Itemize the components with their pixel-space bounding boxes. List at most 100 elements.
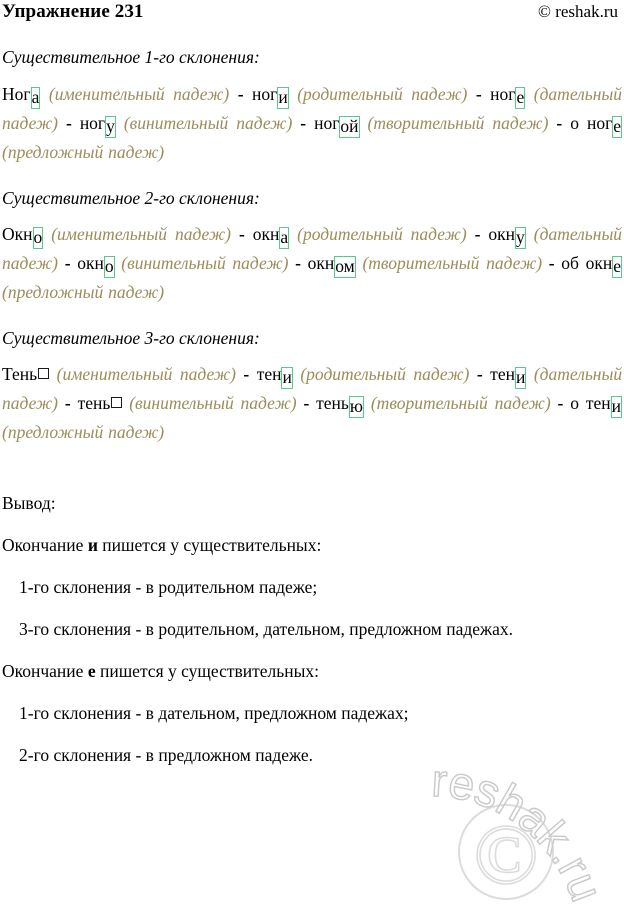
separator-dash: -: [66, 113, 72, 133]
word-stem: тен: [490, 364, 515, 384]
separator-dash: -: [300, 113, 307, 133]
noun-form: ноги: [252, 84, 289, 109]
case-label: (творительный падеж): [370, 393, 551, 413]
word-stem: ног: [79, 113, 106, 133]
page-title: Упражнение 231: [2, 1, 144, 22]
noun-form: окну: [488, 224, 526, 249]
noun-form: ногу: [79, 113, 116, 138]
noun-form: Тень: [2, 364, 50, 384]
noun-form: ногой: [314, 113, 360, 138]
separator-dash: -: [556, 113, 563, 133]
case-label: (родительный падеж): [300, 364, 470, 384]
document-page: Упражнение 231 © reshak.ru Существительн…: [0, 0, 624, 909]
case-label: (предложный падеж): [2, 282, 165, 302]
case-label: (творительный падеж): [362, 253, 543, 273]
ending-box: и: [281, 367, 293, 389]
separator-dash: -: [295, 253, 301, 273]
rule-text-before: Окончание: [2, 661, 88, 681]
noun-form: тени: [490, 364, 527, 389]
watermark-copyright-symbol: ©: [473, 806, 538, 902]
separator-dash: -: [557, 393, 564, 413]
rule-item: 1-го склонения - в дательном, предложном…: [19, 703, 409, 723]
noun-form: об окне: [561, 253, 623, 278]
ending-box: ом: [334, 256, 356, 278]
case-label: (именительный падеж): [48, 84, 230, 104]
separator-dash: -: [237, 84, 244, 104]
reshak-watermark: © reshak.ru: [424, 753, 624, 908]
noun-form: окно: [77, 253, 115, 278]
ending-box: у: [105, 116, 116, 138]
declension-paragraph: Нога (именительный падеж) - ноги (родите…: [2, 80, 623, 166]
noun-form: тень: [78, 393, 123, 413]
word-stem: ног: [314, 113, 340, 133]
rule-item: 2-го склонения - в предложном падеже.: [19, 745, 314, 765]
word-stem: ног: [490, 84, 516, 104]
ending-box: е: [515, 87, 526, 109]
case-label: (родительный падеж): [297, 84, 468, 104]
ending-box: и: [610, 396, 623, 418]
ending-box: и: [277, 87, 289, 109]
word-stem: тен: [585, 393, 611, 413]
case-label: (предложный падеж): [2, 422, 165, 442]
noun-form: окна: [252, 224, 290, 249]
noun-form: окном: [307, 253, 356, 278]
section-heading: Существительное 1-го склонения:: [2, 47, 260, 67]
copyright-notice: © reshak.ru: [538, 2, 618, 21]
case-label: (винительный падеж): [129, 393, 297, 413]
rule-item: 1-го склонения - в родительном падеже;: [19, 577, 318, 597]
case-label: (предложный падеж): [2, 142, 165, 162]
conclusion-block: Вывод: Окончание и пишется у существитель…: [2, 493, 622, 766]
page-header: Упражнение 231 © reshak.ru: [2, 0, 622, 25]
noun-form: тенью: [316, 393, 364, 418]
rule-letter: е: [87, 661, 96, 681]
separator-dash: -: [476, 364, 483, 384]
rule-letter: и: [87, 535, 98, 555]
word-stem: Тень: [2, 364, 38, 384]
ending-box: е: [612, 116, 623, 138]
declension-sections: Существительное 1-го склонения: Нога (име…: [2, 47, 622, 446]
case-label: (винительный падеж): [123, 113, 293, 133]
rule-heading: Окончание е пишется у существительных:: [2, 661, 622, 682]
watermark-text: reshak.ru: [430, 756, 613, 906]
separator-dash: -: [475, 84, 482, 104]
case-label: (именительный падеж): [51, 224, 231, 244]
ending-box: а: [30, 87, 41, 109]
section-heading: Существительное 2-го склонения:: [2, 188, 260, 208]
conclusion-label: Вывод:: [2, 493, 56, 513]
ending-box: а: [279, 227, 290, 249]
copyright-circle-outer: [458, 804, 554, 900]
separator-dash: -: [474, 224, 481, 244]
watermark-svg: © reshak.ru: [430, 753, 614, 908]
ending-box: у: [515, 227, 526, 249]
separator-dash: -: [303, 393, 310, 413]
zero-ending-square-icon: [38, 368, 50, 379]
preposition: о: [570, 393, 586, 413]
separator-dash: -: [64, 253, 71, 273]
declension-paragraph: Тень (именительный падеж) - тени (родите…: [2, 360, 622, 446]
separator-dash: -: [548, 253, 555, 273]
case-label: (творительный падеж): [367, 113, 549, 133]
rule-text-after: пишется у существительных:: [95, 661, 319, 681]
word-stem: окн: [307, 253, 335, 273]
word-stem: окн: [252, 224, 280, 244]
rule-text-before: Окончание: [2, 535, 88, 555]
case-label: (родительный падеж): [297, 224, 467, 244]
ending-box: о: [32, 227, 44, 249]
word-stem: окн: [585, 253, 613, 273]
zero-ending-square-icon: [111, 397, 123, 408]
ending-box: ой: [339, 116, 360, 138]
word-stem: Окн: [2, 224, 33, 244]
case-label: (именительный падеж): [56, 364, 236, 384]
separator-dash: -: [238, 224, 245, 244]
noun-form: Окно: [2, 224, 44, 249]
word-stem: окн: [77, 253, 104, 273]
word-stem: тен: [256, 364, 282, 384]
ending-box: о: [103, 256, 115, 278]
noun-form: о тени: [570, 393, 623, 418]
word-stem: ног: [252, 84, 278, 104]
word-stem: ног: [586, 113, 613, 133]
ending-box: ю: [348, 396, 364, 418]
separator-dash: -: [243, 364, 250, 384]
word-stem: окн: [488, 224, 516, 244]
